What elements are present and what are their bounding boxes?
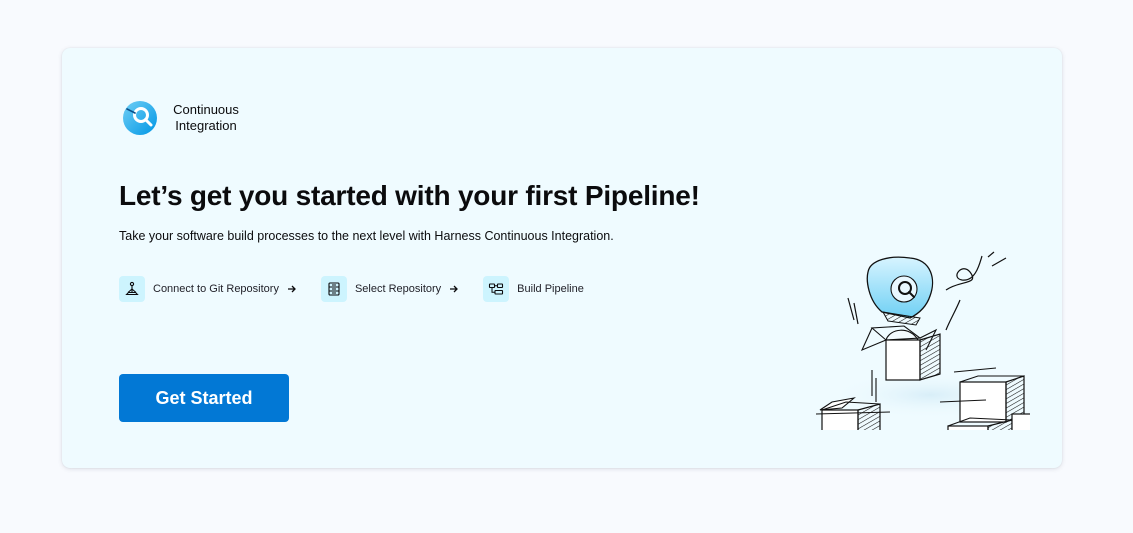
step-build-pipeline: Build Pipeline [483, 276, 584, 302]
pipeline-icon [483, 276, 510, 302]
module-name-line2: Integration [175, 118, 237, 133]
welcome-card: Continuous Integration Let’s get you sta… [62, 48, 1062, 468]
onboarding-steps: Connect to Git Repository Select Reposit… [119, 276, 584, 302]
arrow-right-icon [449, 284, 459, 294]
git-repo-icon [119, 276, 145, 302]
module-name-line1: Continuous [173, 102, 239, 117]
arrow-right-icon [287, 284, 297, 294]
module-header: Continuous Integration [122, 100, 242, 136]
step-select-repository: Select Repository [320, 276, 483, 302]
boxes-illustration [815, 251, 1030, 430]
module-name: Continuous Integration [170, 102, 242, 134]
page-subtitle: Take your software build processes to th… [119, 229, 614, 243]
step-connect-git: Connect to Git Repository [119, 276, 321, 302]
ci-icon [123, 101, 157, 135]
repository-icon [320, 276, 347, 302]
page-title: Let’s get you started with your first Pi… [119, 180, 700, 211]
step-label: Build Pipeline [517, 283, 584, 295]
get-started-button[interactable]: Get Started [119, 374, 289, 422]
step-label: Connect to Git Repository [153, 283, 279, 295]
step-label: Select Repository [354, 283, 442, 295]
